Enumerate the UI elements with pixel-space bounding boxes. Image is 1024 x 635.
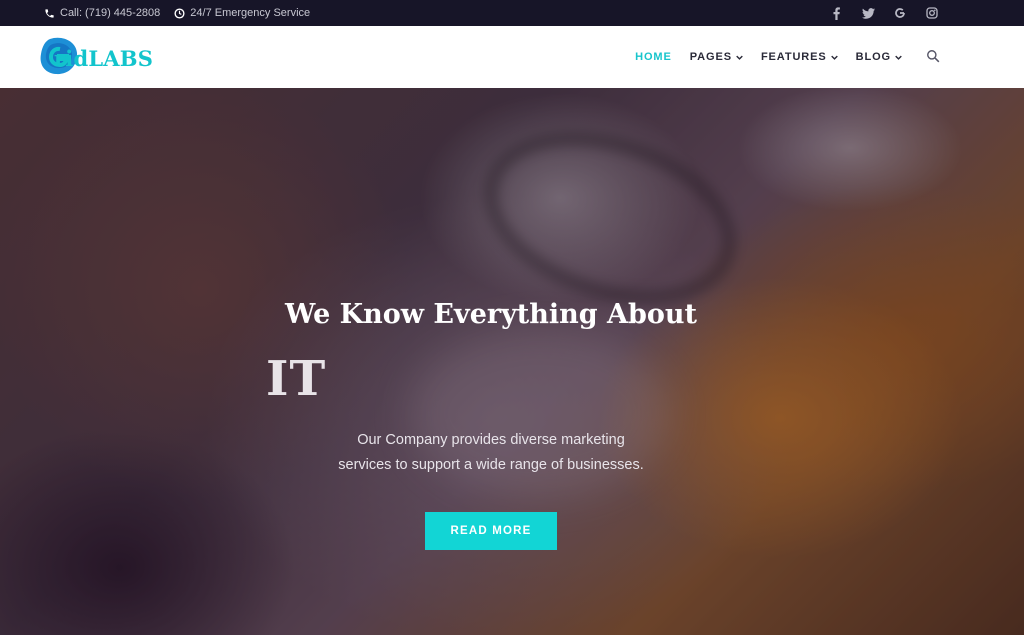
nav-home-label: HOME — [635, 51, 672, 63]
top-bar: Call: (719) 445-2808 24/7 Emergency Serv… — [0, 0, 1024, 26]
nav-features-label: FEATURES — [760, 51, 827, 63]
nav-pages-label: PAGES — [689, 51, 732, 63]
google-icon[interactable] — [892, 5, 908, 21]
main-header: ridLABS HOME PAGES FEATURES BLOG — [0, 26, 1024, 88]
hero-description: Our Company provides diverse marketing s… — [0, 428, 982, 478]
service-text: 24/7 Emergency Service — [190, 7, 311, 19]
main-nav: HOME PAGES FEATURES BLOG — [617, 26, 902, 88]
phone-icon — [45, 8, 54, 18]
service-info: 24/7 Emergency Service — [174, 7, 310, 19]
clock-icon — [174, 7, 185, 19]
nav-features[interactable]: FEATURES — [761, 51, 838, 63]
nav-home[interactable]: HOME — [635, 51, 672, 63]
hero-section: We Know Everything About IT Our Company … — [0, 88, 1024, 635]
contact-info: Call: (719) 445-2808 24/7 Emergency Serv… — [44, 0, 324, 26]
logo-text: ridLABS — [54, 45, 154, 71]
nav-blog[interactable]: BLOG — [856, 51, 902, 63]
read-more-button[interactable]: READ MORE — [425, 512, 557, 550]
chevron-down-icon — [830, 53, 838, 62]
facebook-icon[interactable] — [828, 5, 844, 21]
instagram-icon[interactable] — [924, 5, 940, 21]
hero-typed-word: IT — [266, 351, 327, 407]
twitter-icon[interactable] — [860, 5, 876, 21]
logo[interactable]: ridLABS — [38, 36, 178, 78]
chevron-down-icon — [736, 53, 743, 62]
chevron-down-icon — [895, 53, 902, 62]
hero-title: We Know Everything About — [284, 299, 697, 330]
search-icon[interactable] — [926, 49, 942, 65]
hero-overlay — [0, 88, 1024, 635]
nav-blog-label: BLOG — [855, 51, 891, 63]
phone-text: Call: (719) 445-2808 — [60, 7, 161, 19]
phone-contact[interactable]: Call: (719) 445-2808 — [44, 7, 160, 19]
hero-description-line-1: Our Company provides diverse marketing — [357, 432, 625, 448]
nav-pages[interactable]: PAGES — [690, 51, 743, 63]
hero-description-line-2: services to support a wide range of busi… — [338, 457, 644, 473]
social-links — [812, 0, 940, 26]
